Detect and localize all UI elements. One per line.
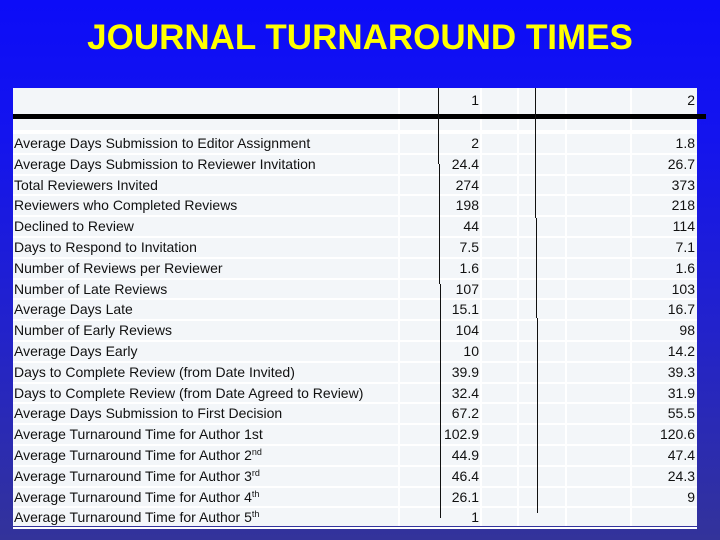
value-col-2: 16.7 xyxy=(667,301,695,318)
value-col-1: 2 xyxy=(471,135,479,151)
row-label: Declined to Review xyxy=(14,216,134,236)
row-label: Average Turnaround Time for Author 3rd xyxy=(14,466,260,486)
row-label: Number of Reviews per Reviewer xyxy=(14,258,223,278)
value-col-1: 15.1 xyxy=(451,301,479,318)
row-label: Reviewers who Completed Reviews xyxy=(14,195,237,215)
column-separator xyxy=(438,88,439,164)
value-col-1: 102.9 xyxy=(443,426,479,443)
row-label: Average Days Late xyxy=(14,299,133,319)
value-col-1: 44.9 xyxy=(451,447,479,463)
row-label: Number of Late Reviews xyxy=(14,279,167,299)
value-col-2: 1.8 xyxy=(675,135,695,151)
value-col-2: 1.6 xyxy=(675,259,695,276)
row-label: Average Days Early xyxy=(14,341,137,361)
row-label: Average Days Submission to First Decisio… xyxy=(14,403,282,423)
value-col-1: 10 xyxy=(463,343,479,359)
ordinal-suffix: th xyxy=(251,488,260,499)
value-col-2: 55.5 xyxy=(667,405,695,422)
row-label-text: Average Days Early xyxy=(14,343,138,359)
row-label-text: Declined to Review xyxy=(14,218,134,235)
row-label-text: Average Days Late xyxy=(14,301,133,318)
value-col-1: 32.4 xyxy=(451,384,479,401)
value-col-1: 7.5 xyxy=(459,239,479,255)
row-label-text: Average Turnaround Time for Author 2 xyxy=(14,447,252,463)
row-label-text: Average Days Submission to First Decisio… xyxy=(14,405,283,422)
row-label: Average Turnaround Time for Author 5th xyxy=(14,507,259,527)
row-label-text: Average Turnaround Time for Author 3 xyxy=(14,467,252,484)
column-separator xyxy=(439,164,440,284)
value-col-1: 24.4 xyxy=(451,155,479,172)
row-label: Average Turnaround Time for Author 1st xyxy=(14,424,263,444)
value-col-2: 98 xyxy=(679,322,695,339)
row-label-text: Days to Complete Review (from Date Invit… xyxy=(14,363,295,380)
row-label-text: Days to Complete Review (from Date Agree… xyxy=(14,384,364,401)
value-col-1: 274 xyxy=(455,176,479,193)
value-col-1: 107 xyxy=(455,280,479,297)
value-col-1: 1.6 xyxy=(459,259,479,276)
value-col-1: 67.2 xyxy=(451,405,479,422)
value-col-2: 103 xyxy=(671,280,695,297)
row-label: Days to Respond to Invitation xyxy=(14,237,197,257)
value-col-2: 373 xyxy=(671,176,695,193)
value-col-2: 39.3 xyxy=(667,363,695,380)
grid-line xyxy=(13,527,697,530)
row-label-text: Total Reviewers Invited xyxy=(14,176,158,193)
ordinal-suffix: rd xyxy=(251,467,260,478)
value-col-2: 114 xyxy=(672,218,695,235)
header-col-1: 1 xyxy=(471,92,479,108)
value-col-1: 44 xyxy=(463,218,479,235)
row-label-text: Days to Respond to Invitation xyxy=(14,239,197,255)
slide-title: JOURNAL TURNAROUND TIMES xyxy=(87,18,633,57)
row-label-text: Number of Early Reviews xyxy=(14,322,172,339)
column-separator xyxy=(440,284,441,518)
row-label-text: Reviewers who Completed Reviews xyxy=(14,197,238,214)
value-col-1: 198 xyxy=(455,197,479,214)
column-separator xyxy=(536,218,537,318)
value-col-1: 39.9 xyxy=(451,363,479,380)
column-separator xyxy=(535,88,536,218)
turnaround-table: 1 2 Average Days Submission to Editor As… xyxy=(13,88,697,530)
value-col-1: 104 xyxy=(455,322,479,339)
row-label: Average Turnaround Time for Author 2nd xyxy=(14,445,262,465)
ordinal-suffix: th xyxy=(251,509,260,520)
row-label-text: Average Turnaround Time for Author 5 xyxy=(14,509,252,526)
row-label: Number of Early Reviews xyxy=(14,320,172,340)
row-label: Average Turnaround Time for Author 4th xyxy=(14,487,259,507)
header-col-2: 2 xyxy=(687,92,695,108)
row-label-text: Average Turnaround Time for Author 1st xyxy=(14,426,263,443)
row-label-text: Average Days Submission to Editor Assign… xyxy=(14,135,311,151)
value-col-2: 26.7 xyxy=(667,155,695,172)
value-col-2: 31.9 xyxy=(667,384,695,401)
value-col-2: 24.3 xyxy=(667,467,695,484)
row-label: Average Days Submission to Editor Assign… xyxy=(14,133,310,153)
row-label-text: Number of Late Reviews xyxy=(14,280,168,297)
row-label: Days to Complete Review (from Date Invit… xyxy=(14,362,295,382)
row-label-text: Number of Reviews per Reviewer xyxy=(14,259,223,276)
value-col-2: 218 xyxy=(671,197,695,214)
value-col-2: 7.1 xyxy=(675,239,695,255)
value-col-2: 9 xyxy=(687,488,695,505)
row-label: Total Reviewers Invited xyxy=(14,175,158,195)
value-col-2: 47.4 xyxy=(667,447,695,463)
value-col-1: 1 xyxy=(471,509,479,526)
header-divider xyxy=(13,114,706,119)
row-label-text: Average Days Submission to Reviewer Invi… xyxy=(14,155,316,172)
value-col-1: 26.1 xyxy=(451,488,479,505)
row-label: Average Days Submission to Reviewer Invi… xyxy=(14,154,316,174)
ordinal-suffix: nd xyxy=(251,447,262,457)
column-separator xyxy=(537,318,538,513)
value-col-1: 46.4 xyxy=(451,467,479,484)
row-label-text: Average Turnaround Time for Author 4 xyxy=(14,488,252,505)
row-label: Days to Complete Review (from Date Agree… xyxy=(14,383,363,403)
value-col-2: 120.6 xyxy=(659,426,695,443)
value-col-2: 14.2 xyxy=(667,343,695,359)
